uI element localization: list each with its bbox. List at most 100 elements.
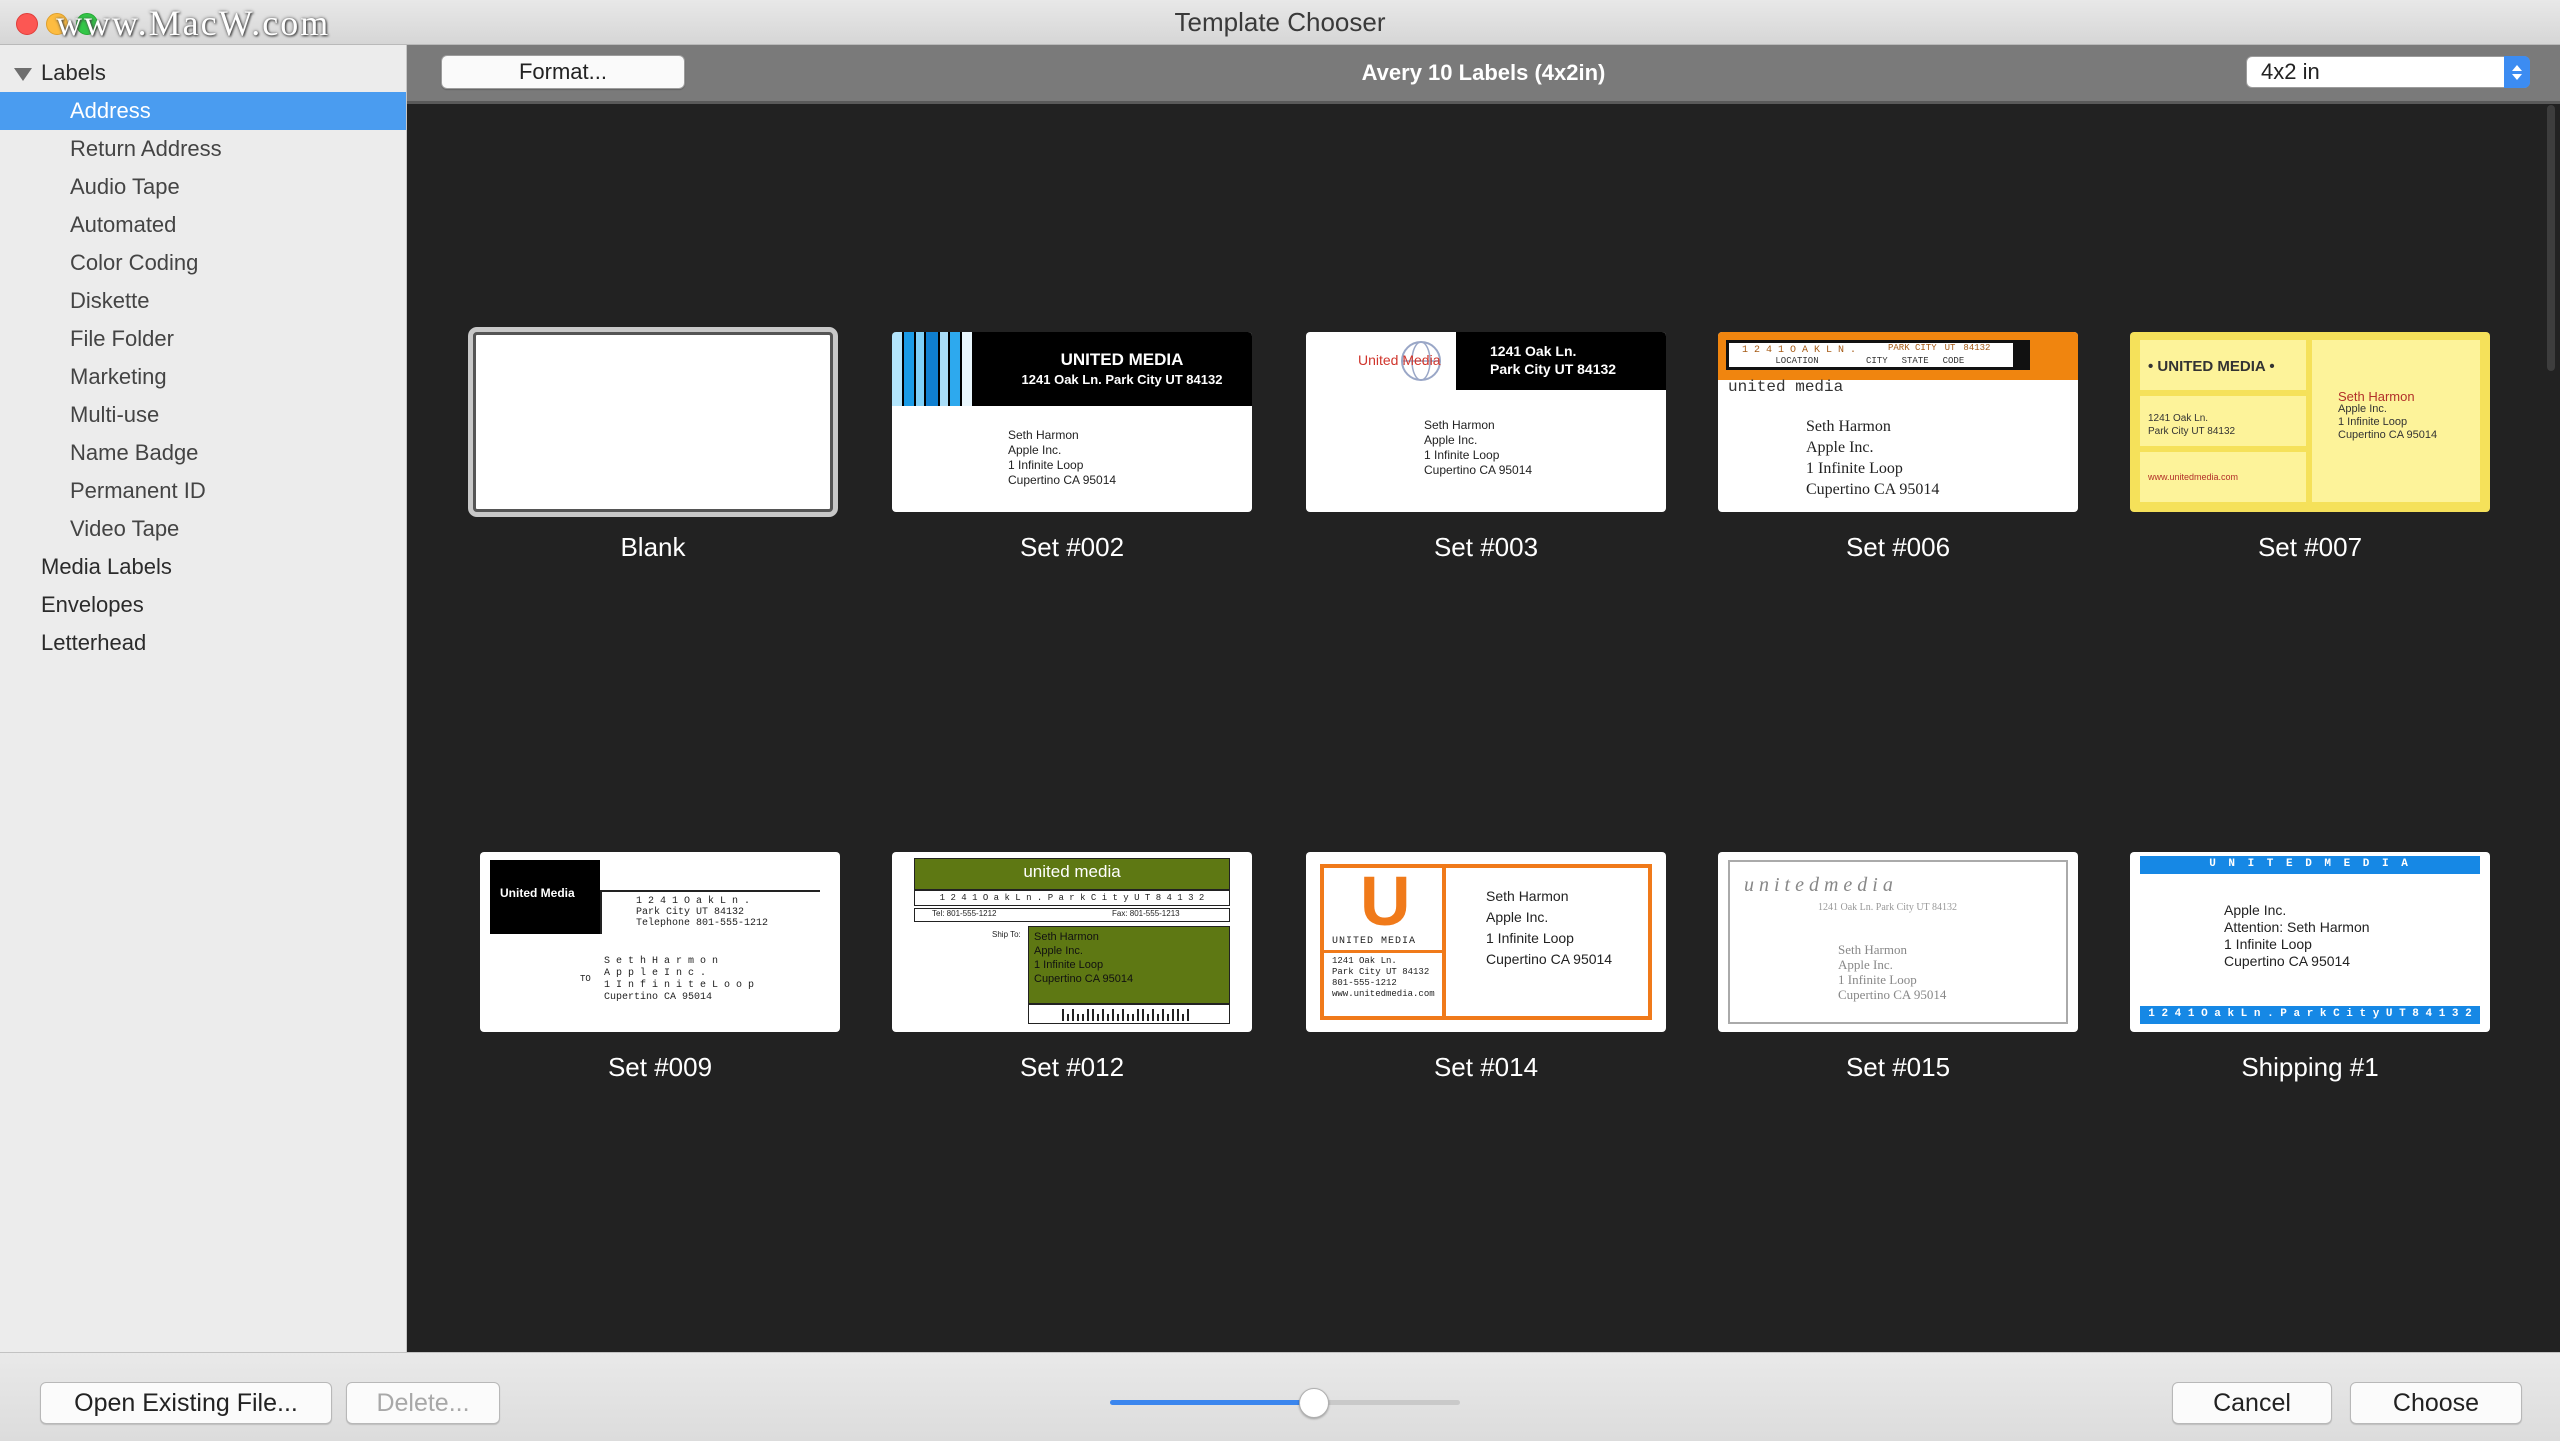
- sidebar-item-label: Video Tape: [70, 516, 180, 541]
- open-existing-file-button[interactable]: Open Existing File...: [40, 1382, 332, 1424]
- sidebar-item-media-labels[interactable]: Media Labels: [0, 548, 406, 586]
- template-caption: Set #006: [1845, 532, 1951, 562]
- label-logo-letter: U: [1360, 862, 1411, 940]
- gallery-toolbar: Format... Avery 10 Labels (4x2in) 4x2 in: [407, 45, 2560, 104]
- sidebar-item-video-tape[interactable]: Video Tape: [0, 510, 406, 548]
- zoom-slider-fill: [1110, 1400, 1313, 1405]
- template-caption: Set #003: [1433, 532, 1539, 562]
- template-caption: Blank: [620, 532, 686, 562]
- sidebar-item-multi-use[interactable]: Multi-use: [0, 396, 406, 434]
- template-preview[interactable]: U N I T E D M E D I A Apple Inc. Attenti…: [2130, 852, 2490, 1032]
- gallery-scrollbar[interactable]: [2547, 105, 2555, 371]
- sidebar-item-label: Address: [70, 98, 151, 123]
- label-header-caption: CODE: [1942, 356, 1965, 366]
- recipient-line: Cupertino CA 95014: [2338, 429, 2438, 441]
- label-to: TO: [580, 974, 591, 984]
- label-brand: United Media: [1358, 352, 1441, 368]
- sidebar-item-return-address[interactable]: Return Address: [0, 130, 406, 168]
- disclosure-triangle-icon[interactable]: [14, 68, 32, 81]
- label-address: 1241 Oak Ln.: [1332, 956, 1397, 966]
- recipient-line: Cupertino CA 95014: [1008, 473, 1117, 487]
- sidebar-item-label: Diskette: [70, 288, 150, 313]
- sidebar-item-color-coding[interactable]: Color Coding: [0, 244, 406, 282]
- label-size-value: 4x2 in: [2261, 59, 2320, 84]
- label-size-select[interactable]: 4x2 in: [2246, 56, 2530, 88]
- choose-button[interactable]: Choose: [2350, 1382, 2522, 1424]
- sidebar-item-diskette[interactable]: Diskette: [0, 282, 406, 320]
- recipient-line: Cupertino CA 95014: [2224, 953, 2351, 969]
- template-tile-set-003[interactable]: United Media 1241 Oak Ln. Park City UT 8…: [1306, 332, 1666, 563]
- template-tile-set-002[interactable]: UNITED MEDIA 1241 Oak Ln. Park City UT 8…: [892, 332, 1252, 563]
- template-preview[interactable]: UNITED MEDIA 1241 Oak Ln. Park City UT 8…: [892, 332, 1252, 512]
- template-tile-set-014[interactable]: U UNITED MEDIA 1241 Oak Ln. Park City UT…: [1306, 852, 1666, 1083]
- label-header-caption: STATE: [1901, 356, 1929, 366]
- template-preview[interactable]: U UNITED MEDIA 1241 Oak Ln. Park City UT…: [1306, 852, 1666, 1032]
- sidebar-item-marketing[interactable]: Marketing: [0, 358, 406, 396]
- sidebar-item-label: Name Badge: [70, 440, 199, 465]
- zoom-slider-knob[interactable]: [1299, 1388, 1329, 1418]
- template-tile-shipping-1[interactable]: U N I T E D M E D I A Apple Inc. Attenti…: [2130, 852, 2490, 1083]
- template-preview[interactable]: united media 1 2 4 1 O a k L n . P a r k…: [892, 852, 1252, 1032]
- template-tile-set-009[interactable]: United Media 1 2 4 1 O a k L n . Park Ci…: [480, 852, 840, 1083]
- recipient-line: Seth Harmon: [2338, 389, 2415, 404]
- recipient-line: Attention: Seth Harmon: [2224, 919, 2370, 935]
- template-preview[interactable]: United Media 1 2 4 1 O a k L n . Park Ci…: [480, 852, 840, 1032]
- sidebar-item-label: File Folder: [70, 326, 174, 351]
- sidebar-item-label: Marketing: [70, 364, 167, 389]
- label-tel: Tel: 801-555-1212: [932, 909, 997, 918]
- delete-button[interactable]: Delete...: [346, 1382, 500, 1424]
- sidebar-item-file-folder[interactable]: File Folder: [0, 320, 406, 358]
- recipient-line: Cupertino CA 95014: [1486, 951, 1613, 967]
- template-tile-set-007[interactable]: • UNITED MEDIA • 1241 Oak Ln. Park City …: [2130, 332, 2490, 563]
- template-preview[interactable]: • UNITED MEDIA • 1241 Oak Ln. Park City …: [2130, 332, 2490, 512]
- recipient-line: 1 Infinite Loop: [1034, 959, 1104, 971]
- recipient-line: Apple Inc.: [2224, 902, 2287, 918]
- recipient-line: S e t h H a r m o n: [604, 956, 719, 967]
- sidebar-item-label: Labels: [41, 60, 106, 85]
- sidebar-item-label: Multi-use: [70, 402, 160, 427]
- template-tile-set-012[interactable]: united media 1 2 4 1 O a k L n . P a r k…: [892, 852, 1252, 1083]
- label-brand: UNITED MEDIA: [1332, 936, 1417, 947]
- recipient-line: Seth Harmon: [1034, 931, 1099, 943]
- template-caption: Shipping #1: [2241, 1052, 2379, 1082]
- label-brand: united media: [1728, 378, 1844, 396]
- template-caption: Set #012: [1019, 1052, 1125, 1082]
- recipient-line: Apple Inc.: [1424, 433, 1478, 447]
- template-preview[interactable]: [468, 327, 838, 517]
- label-header-value: UT: [1944, 343, 1956, 353]
- template-caption: Set #014: [1433, 1052, 1539, 1082]
- sidebar-item-labels[interactable]: Labels: [0, 54, 406, 92]
- label-header-caption: CITY: [1866, 356, 1888, 366]
- label-brand: United Media: [500, 886, 575, 900]
- recipient-line: 1 Infinite Loop: [1838, 972, 1917, 987]
- label-address: 1241 Oak Ln. Park City UT 84132: [1021, 372, 1223, 387]
- sidebar-item-name-badge[interactable]: Name Badge: [0, 434, 406, 472]
- recipient-line: Cupertino CA 95014: [604, 992, 713, 1003]
- recipient-line: 1 Infinite Loop: [2224, 936, 2312, 952]
- template-tile-set-015[interactable]: u n i t e d m e d i a 1241 Oak Ln. Park …: [1718, 852, 2078, 1083]
- template-preview[interactable]: 1 2 4 1 O A K L N . PARK CITY UT 84132 L…: [1718, 332, 2078, 512]
- label-address: www.unitedmedia.com: [1332, 989, 1435, 999]
- sidebar-item-audio-tape[interactable]: Audio Tape: [0, 168, 406, 206]
- label-fax: Fax: 801-555-1213: [1112, 909, 1180, 918]
- label-format-title: Avery 10 Labels (4x2in): [1361, 60, 1606, 85]
- template-tile-set-006[interactable]: 1 2 4 1 O A K L N . PARK CITY UT 84132 L…: [1718, 332, 2078, 563]
- zoom-slider[interactable]: [1110, 1388, 1460, 1418]
- sidebar-item-permanent-id[interactable]: Permanent ID: [0, 472, 406, 510]
- template-preview[interactable]: u n i t e d m e d i a 1241 Oak Ln. Park …: [1718, 852, 2078, 1032]
- sidebar-item-envelopes[interactable]: Envelopes: [0, 586, 406, 624]
- template-caption: Set #015: [1845, 1052, 1951, 1082]
- template-tile-blank[interactable]: Blank: [468, 327, 838, 563]
- sidebar-item-automated[interactable]: Automated: [0, 206, 406, 244]
- postal-barcode-icon: [1062, 1009, 1189, 1021]
- recipient-line: Cupertino CA 95014: [1838, 987, 1947, 1002]
- recipient-line: Cupertino CA 95014: [1034, 973, 1134, 985]
- sidebar-item-address[interactable]: Address: [0, 92, 406, 130]
- template-preview[interactable]: United Media 1241 Oak Ln. Park City UT 8…: [1306, 332, 1666, 512]
- label-web: www.unitedmedia.com: [2148, 472, 2239, 482]
- label-header-caption: LOCATION: [1775, 356, 1819, 366]
- label-brand: u n i t e d m e d i a: [1744, 874, 1893, 896]
- cancel-button[interactable]: Cancel: [2172, 1382, 2332, 1424]
- sidebar-item-label: Color Coding: [70, 250, 199, 275]
- sidebar-item-letterhead[interactable]: Letterhead: [0, 624, 406, 662]
